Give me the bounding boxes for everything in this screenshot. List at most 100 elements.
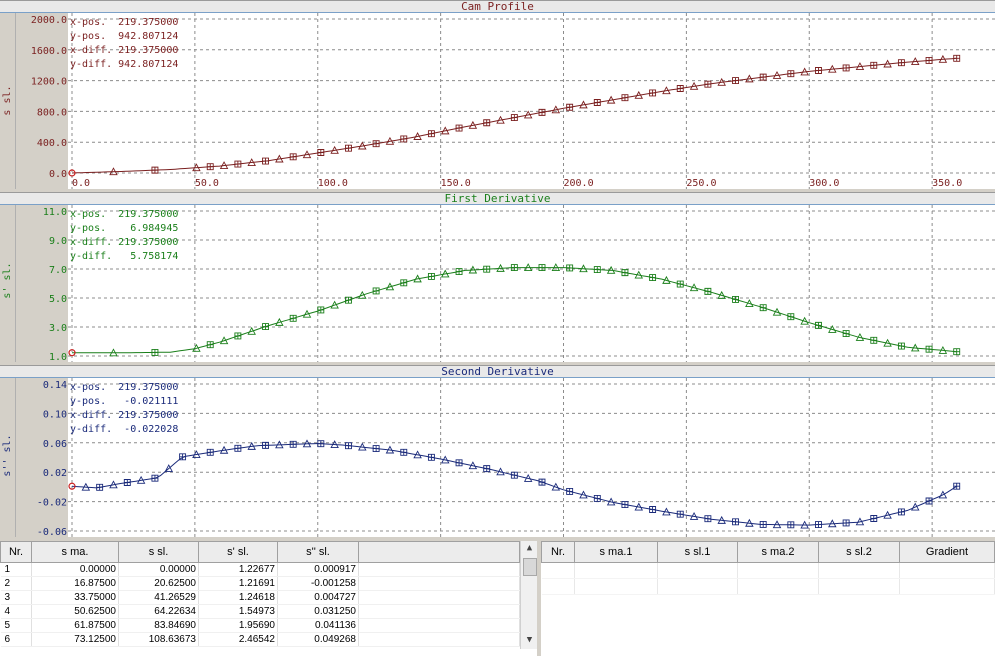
- data-point-square: [676, 85, 684, 92]
- table-cell[interactable]: 1.21691: [198, 576, 278, 591]
- col-header-s-ma2[interactable]: s ma.2: [737, 541, 819, 563]
- table-scrollbar[interactable]: ▲ ▼: [520, 541, 538, 649]
- second-derivative-plot[interactable]: x-pos. 219.375000 y-pos. -0.021111 x-diff.…: [68, 378, 995, 537]
- table-cell[interactable]: 83.84690: [118, 618, 199, 633]
- table-cell[interactable]: 5: [0, 618, 32, 633]
- table-cell[interactable]: 2: [0, 576, 32, 591]
- col-header-s-sl1[interactable]: s sl.1: [657, 541, 738, 563]
- data-point-square: [206, 341, 214, 349]
- col-header-s-sl[interactable]: s sl.: [118, 541, 199, 563]
- cam-profile-plot[interactable]: x-pos. 219.375000 y-pos. 942.807124 x-diff…: [68, 13, 995, 189]
- table-cell[interactable]: 0.00000: [31, 562, 119, 577]
- x-tick-label: 200.0: [564, 178, 594, 189]
- second-derivative-panel: Second Derivative s'' sl. 0.14 0.10 0.06 0.…: [0, 365, 995, 537]
- first-derivative-ylabel: s' sl.: [2, 262, 13, 299]
- scroll-up-icon[interactable]: ▲: [521, 541, 538, 555]
- table-row[interactable]: 4 50.62500 64.22634 1.54973 0.031250: [0, 604, 520, 619]
- table-cell[interactable]: 73.12500: [31, 632, 119, 647]
- data-point-square: [372, 140, 380, 148]
- y-axis-svg: 2000.0 1600.0 1200.0 800.0 400.0 0.0: [31, 15, 67, 180]
- first-derivative-plot[interactable]: x-pos. 219.375000 y-pos. 6.984945 x-diff. …: [68, 205, 995, 362]
- cursor-readout-line: y-pos. 6.984945: [70, 223, 178, 234]
- col-header-nr[interactable]: Nr.: [0, 541, 32, 563]
- table-row[interactable]: 5 61.87500 83.84690 1.95690 0.041136: [0, 618, 520, 633]
- table-cell[interactable]: 1.54973: [198, 604, 278, 619]
- table-row[interactable]: 2 16.87500 20.62500 1.21691 -0.001258: [0, 576, 520, 591]
- y-tick-label: 7.0: [49, 265, 67, 276]
- table-cell[interactable]: 0.049268: [277, 632, 359, 647]
- col-header-gradient[interactable]: Gradient: [899, 541, 995, 563]
- col-header-s-sl2[interactable]: s sl.2: [818, 541, 900, 563]
- table-cell[interactable]: 0.031250: [277, 604, 359, 619]
- col-header-nr2[interactable]: Nr.: [541, 541, 575, 563]
- y-tick-column: 11.0 9.0 7.0 5.0 3.0 1.0: [16, 205, 68, 362]
- data-point-square: [538, 478, 546, 486]
- data-point-square: [262, 323, 269, 331]
- table-cell[interactable]: 0.000917: [277, 562, 359, 577]
- data-point-square: [953, 348, 961, 356]
- table-cell[interactable]: 1.95690: [198, 618, 278, 633]
- table-cell[interactable]: 64.22634: [118, 604, 199, 619]
- table-cell[interactable]: 1: [0, 562, 32, 577]
- table-cell-empty: [737, 562, 819, 579]
- data-point-square: [372, 287, 380, 295]
- table-cell[interactable]: 61.87500: [31, 618, 119, 633]
- data-point-square: [593, 266, 601, 273]
- table-cell[interactable]: 0.004727: [277, 590, 359, 605]
- y-tick-label: 0.06: [43, 439, 67, 450]
- data-point-square: [566, 103, 574, 111]
- table-cell-empty: [358, 576, 520, 591]
- cursor-readout-line: y-diff. 5.758174: [70, 251, 178, 262]
- table-cell[interactable]: 33.75000: [31, 590, 119, 605]
- table-cell[interactable]: 20.62500: [118, 576, 199, 591]
- first-derivative-title: First Derivative: [0, 192, 995, 205]
- table-cell-empty: [574, 578, 658, 595]
- cam-profile-title: Cam Profile: [0, 0, 995, 13]
- table-cell[interactable]: 41.26529: [118, 590, 199, 605]
- first-derivative-panel: First Derivative s' sl. 11.0 9.0 7.0 5.0 3.0…: [0, 192, 995, 362]
- cursor-readout-line: x-pos. 219.375000: [70, 209, 178, 220]
- col-header-s-ma1[interactable]: s ma.1: [574, 541, 658, 563]
- table-cell-empty: [358, 562, 520, 577]
- table-cell[interactable]: 1.22677: [198, 562, 278, 577]
- data-point-square: [759, 520, 767, 528]
- data-point-square: [206, 163, 214, 171]
- data-point-square: [289, 314, 297, 322]
- table-cell[interactable]: 108.63673: [118, 632, 199, 647]
- series-line: [72, 267, 957, 354]
- table-cell[interactable]: -0.001258: [277, 576, 359, 591]
- table-cell-empty: [541, 578, 575, 595]
- scrollbar-thumb[interactable]: [523, 558, 537, 576]
- data-point-square: [151, 474, 159, 482]
- cursor-readout-line: y-diff. -0.022028: [70, 424, 178, 435]
- cursor-readout-line: x-diff. 219.375000: [70, 237, 178, 248]
- table-cell[interactable]: 16.87500: [31, 576, 119, 591]
- data-point-square: [787, 521, 795, 529]
- cursor-readout-line: y-pos. 942.807124: [70, 31, 178, 42]
- col-header-s-ma[interactable]: s ma.: [31, 541, 119, 563]
- scroll-down-icon[interactable]: ▼: [521, 633, 538, 647]
- table-cell[interactable]: 2.46542: [198, 632, 278, 647]
- data-point-square: [925, 497, 933, 505]
- table-row[interactable]: 3 33.75000 41.26529 1.24618 0.004727: [0, 590, 520, 605]
- table-row[interactable]: 1 0.00000 0.00000 1.22677 0.000917: [0, 562, 520, 577]
- data-point-square: [676, 510, 684, 518]
- table-cell[interactable]: 6: [0, 632, 32, 647]
- col-header-s1-sl[interactable]: s' sl.: [198, 541, 278, 563]
- table-cell[interactable]: 4: [0, 604, 32, 619]
- table-cell[interactable]: 1.24618: [198, 590, 278, 605]
- plot-svg: x-pos. 219.375000 y-pos. 942.807124 x-diff…: [68, 13, 995, 189]
- data-point-square: [151, 166, 159, 174]
- data-point-square: [897, 342, 905, 350]
- table-cell[interactable]: 50.62500: [31, 604, 119, 619]
- table-row[interactable]: 6 73.12500 108.63673 2.46542 0.049268: [0, 632, 520, 647]
- table-cell[interactable]: 0.00000: [118, 562, 199, 577]
- table-cell-empty: [358, 604, 520, 619]
- y-tick-label: -0.06: [37, 527, 67, 537]
- table-cell[interactable]: 0.041136: [277, 618, 359, 633]
- table-cell[interactable]: 3: [0, 590, 32, 605]
- data-point-square: [897, 59, 905, 67]
- data-point-square: [483, 119, 491, 127]
- col-header-s2-sl[interactable]: s'' sl.: [277, 541, 359, 563]
- table-row: [541, 578, 995, 595]
